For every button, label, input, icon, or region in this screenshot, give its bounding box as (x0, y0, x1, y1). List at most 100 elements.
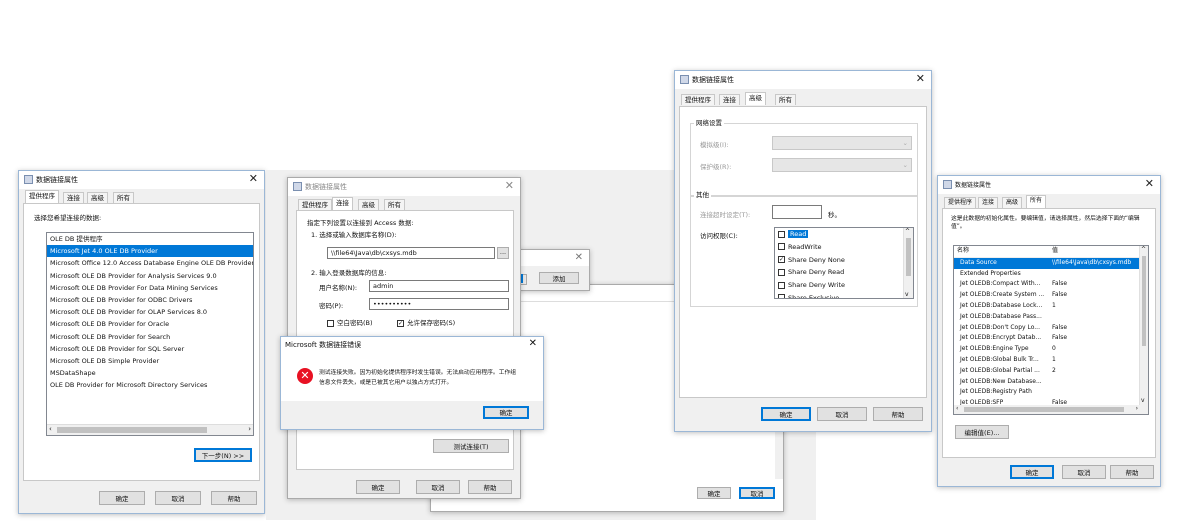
table-row[interactable]: Jet OLEDB:Encrypt Datab... False (954, 333, 1148, 344)
provider-list-item[interactable]: Microsoft OLE DB Provider for Search (47, 331, 253, 343)
tab-connection[interactable]: 连接 (978, 197, 999, 208)
table-row[interactable]: Jet OLEDB:Engine Type 0 (954, 344, 1148, 355)
provider-list-item[interactable]: Microsoft Jet 4.0 OLE DB Provider (47, 245, 253, 258)
provider-list-item[interactable]: Microsoft OLE DB Provider For Data Minin… (47, 282, 253, 294)
table-row[interactable]: Jet OLEDB:Global Bulk Tr... 1 (954, 355, 1148, 366)
tab-advanced[interactable]: 高级 (1002, 197, 1023, 208)
next-button[interactable]: 下一步(N) >> (194, 448, 252, 462)
table-row[interactable]: Jet OLEDB:Global Partial ... 2 (954, 366, 1148, 377)
cancel-button[interactable]: 取消 (739, 487, 775, 499)
help-button[interactable]: 帮助 (211, 491, 257, 505)
checkbox-box[interactable] (327, 319, 334, 327)
scroll-left-icon[interactable]: ‹ (49, 425, 52, 433)
table-row[interactable]: Jet OLEDB:Don't Copy Lo... False (954, 323, 1148, 334)
close-icon[interactable]: ✕ (916, 73, 925, 85)
checkbox-box[interactable] (778, 268, 785, 276)
permission-item[interactable]: ✓ Share Deny None (775, 254, 913, 267)
tab-connection[interactable]: 连接 (63, 192, 84, 203)
tab-provider[interactable]: 提供程序 (25, 190, 59, 203)
checkbox-box[interactable] (778, 230, 785, 238)
tab-all[interactable]: 所有 (1026, 195, 1047, 208)
provider-list-item[interactable]: OLE DB Provider for Microsoft Directory … (47, 379, 253, 391)
checkbox-box[interactable]: ✓ (397, 319, 404, 327)
scroll-thumb[interactable] (57, 427, 207, 433)
help-button[interactable]: 帮助 (468, 480, 512, 494)
column-header-name[interactable]: 名称 (957, 246, 969, 257)
tab-all[interactable]: 所有 (384, 199, 405, 210)
timeout-input[interactable] (772, 205, 822, 219)
scroll-thumb[interactable] (906, 238, 911, 276)
provider-list-item[interactable]: Microsoft OLE DB Provider for ODBC Drive… (47, 294, 253, 306)
permission-item[interactable]: Share Exclusive (775, 292, 913, 298)
provider-list[interactable]: OLE DB 提供程序 Microsoft Jet 4.0 OLE DB Pro… (46, 232, 254, 436)
provider-list-item[interactable]: Microsoft OLE DB Provider for Oracle (47, 318, 253, 330)
provider-list-item[interactable]: Microsoft OLE DB Provider for OLAP Servi… (47, 306, 253, 318)
vertical-scrollbar[interactable]: ^ v (1139, 246, 1148, 414)
ok-button[interactable]: 确定 (99, 491, 145, 505)
table-row[interactable]: Data Source \\file64\Java\db\cxsys.mdb (954, 257, 1148, 269)
ok-button[interactable]: 确定 (356, 480, 400, 494)
table-row[interactable]: Jet OLEDB:Compact With... False (954, 279, 1148, 290)
cancel-button[interactable]: 取消 (1062, 465, 1106, 479)
close-icon[interactable]: ✕ (529, 338, 537, 349)
checkbox-box[interactable] (778, 281, 785, 289)
tab-provider[interactable]: 提供程序 (681, 94, 715, 105)
tab-provider[interactable]: 提供程序 (944, 197, 977, 208)
permission-item[interactable]: Read (775, 228, 913, 241)
test-connection-button[interactable]: 测试连接(T) (433, 439, 509, 453)
ok-button[interactable]: 确定 (697, 487, 731, 499)
table-row[interactable]: Jet OLEDB:New Database... (954, 377, 1148, 388)
provider-list-item[interactable]: MSDataShape (47, 367, 253, 379)
table-row[interactable]: Jet OLEDB:Database Pass... (954, 312, 1148, 323)
close-icon[interactable]: ✕ (249, 173, 258, 185)
tab-advanced[interactable]: 高级 (358, 199, 379, 210)
scroll-thumb[interactable] (1142, 256, 1146, 346)
password-input[interactable]: •••••••••• (369, 298, 509, 310)
tab-connection[interactable]: 连接 (332, 197, 353, 210)
checkbox-box[interactable]: ✓ (778, 256, 785, 264)
close-icon[interactable]: ✕ (575, 252, 583, 263)
add-button[interactable]: 添加 (539, 272, 579, 284)
scroll-thumb[interactable] (964, 407, 1124, 412)
vertical-scrollbar[interactable]: ^ v (903, 228, 913, 298)
provider-list-item[interactable]: Microsoft OLE DB Simple Provider (47, 355, 253, 367)
help-button[interactable]: 帮助 (1110, 465, 1154, 479)
horizontal-scrollbar[interactable]: ‹ › (954, 405, 1148, 414)
permission-item[interactable]: Share Deny Read (775, 266, 913, 279)
permission-item[interactable]: Share Deny Write (775, 279, 913, 292)
database-path-input[interactable]: \\file64\Java\db\cxsys.mdb (327, 247, 495, 259)
edit-value-button[interactable]: 编辑值(E)... (955, 425, 1009, 439)
provider-list-item[interactable]: Microsoft OLE DB Provider for Analysis S… (47, 270, 253, 282)
tab-advanced[interactable]: 高级 (745, 92, 766, 105)
scroll-right-icon[interactable]: › (1136, 405, 1138, 412)
allow-save-password-checkbox[interactable]: ✓ 允许保存密码(S) (397, 317, 455, 327)
checkbox-box[interactable] (778, 294, 785, 298)
table-row[interactable]: Jet OLEDB:Database Lock... 1 (954, 301, 1148, 312)
scroll-up-icon[interactable]: ^ (1141, 246, 1146, 253)
browse-button[interactable]: ... (497, 247, 509, 259)
tab-provider[interactable]: 提供程序 (298, 199, 332, 210)
scroll-down-icon[interactable]: v (905, 291, 909, 298)
tab-all[interactable]: 所有 (775, 94, 796, 105)
close-icon[interactable]: ✕ (1145, 178, 1154, 190)
properties-table[interactable]: 名称 值 Data Source \\file64\Java\db\cxsys.m… (953, 245, 1149, 415)
ok-button[interactable]: 确定 (761, 407, 811, 421)
tab-all[interactable]: 所有 (113, 192, 134, 203)
table-row[interactable]: Extended Properties (954, 269, 1148, 280)
checkbox-box[interactable] (778, 243, 785, 251)
close-icon[interactable]: ✕ (505, 180, 514, 192)
scroll-right-icon[interactable]: › (248, 425, 251, 433)
provider-list-item[interactable]: Microsoft Office 12.0 Access Database En… (47, 257, 253, 269)
column-header-value[interactable]: 值 (1052, 246, 1058, 257)
permission-item[interactable]: ReadWrite (775, 241, 913, 254)
username-input[interactable]: admin (369, 280, 509, 292)
scroll-left-icon[interactable]: ‹ (956, 405, 958, 412)
horizontal-scrollbar[interactable]: ‹ › (47, 424, 253, 435)
cancel-button[interactable]: 取消 (155, 491, 201, 505)
scroll-down-icon[interactable]: v (1141, 397, 1145, 404)
cancel-button[interactable]: 取消 (817, 407, 867, 421)
scroll-up-icon[interactable]: ^ (905, 228, 910, 235)
tab-connection[interactable]: 连接 (719, 94, 740, 105)
blank-password-checkbox[interactable]: 空白密码(B) (327, 317, 373, 327)
table-row[interactable]: Jet OLEDB:Create System ... False (954, 290, 1148, 301)
